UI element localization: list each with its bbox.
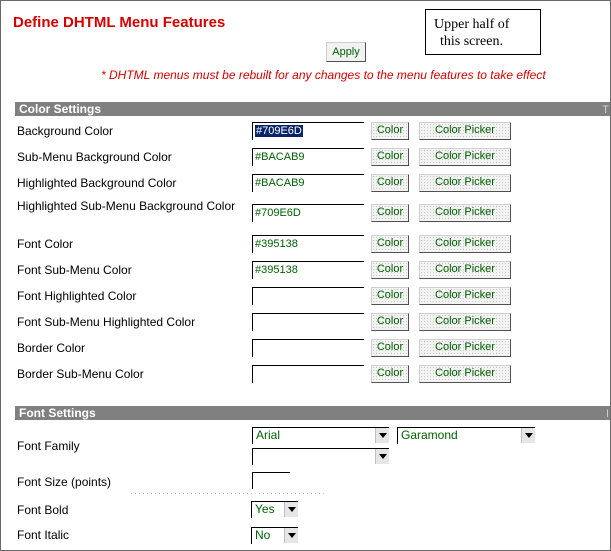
- border-submenu-color-picker-button[interactable]: Color Picker: [419, 365, 511, 383]
- font-settings-edge-glyph: I: [605, 408, 609, 420]
- font-settings-header: Font Settings I: [15, 406, 610, 420]
- input-value: #BACAB9: [255, 151, 305, 163]
- row-label: Border Sub-Menu Color: [17, 367, 144, 381]
- background-color-button[interactable]: Color: [371, 122, 409, 140]
- highlighted-background-color-input[interactable]: #BACAB9: [252, 174, 364, 192]
- font-highlighted-color-picker-button[interactable]: Color Picker: [419, 287, 511, 305]
- submenu-background-color-button[interactable]: Color: [371, 148, 409, 166]
- row-label: Font Sub-Menu Color: [17, 263, 132, 277]
- font-bold-label: Font Bold: [17, 503, 69, 517]
- input-value: #395138: [255, 238, 298, 250]
- highlighted-background-color-button[interactable]: Color: [371, 174, 409, 192]
- annotation-note-line-2: this screen.: [440, 34, 503, 49]
- border-submenu-color-input[interactable]: [252, 365, 364, 383]
- font-family-select-secondary[interactable]: Garamond: [397, 427, 535, 444]
- row-label: Background Color: [17, 124, 114, 138]
- select-value: No: [255, 528, 271, 542]
- row-label: Font Highlighted Color: [17, 289, 137, 303]
- background-color-picker-button[interactable]: Color Picker: [419, 122, 511, 140]
- highlighted-submenu-background-color-button[interactable]: Color: [371, 204, 409, 222]
- chevron-down-icon[interactable]: [375, 449, 389, 464]
- color-settings-header: Color Settings T: [15, 102, 610, 116]
- font-submenu-highlighted-color-picker-button[interactable]: Color Picker: [419, 313, 511, 331]
- font-settings-title: Font Settings: [19, 406, 96, 420]
- font-italic-select[interactable]: No: [251, 527, 298, 544]
- font-family-select-primary[interactable]: Arial: [252, 427, 389, 444]
- font-bold-select[interactable]: Yes: [251, 501, 298, 518]
- chevron-down-icon[interactable]: [375, 428, 389, 443]
- font-color-input[interactable]: #395138: [252, 235, 364, 253]
- border-color-button[interactable]: Color: [371, 339, 409, 357]
- submenu-background-color-picker-button[interactable]: Color Picker: [419, 148, 511, 166]
- chevron-down-icon[interactable]: [284, 528, 298, 543]
- row-label: Font Sub-Menu Highlighted Color: [17, 315, 196, 329]
- font-size-input[interactable]: [252, 472, 290, 489]
- select-value: Arial: [256, 428, 281, 442]
- highlighted-submenu-background-color-picker-button[interactable]: Color Picker: [419, 204, 511, 222]
- font-highlighted-color-input[interactable]: [252, 287, 364, 305]
- font-submenu-color-picker-button[interactable]: Color Picker: [419, 261, 511, 279]
- input-value: #BACAB9: [255, 177, 305, 189]
- color-settings-title: Color Settings: [19, 102, 102, 116]
- input-value: #395138: [255, 264, 298, 276]
- highlighted-background-color-picker-button[interactable]: Color Picker: [419, 174, 511, 192]
- border-color-input[interactable]: [252, 339, 364, 357]
- font-color-picker-button[interactable]: Color Picker: [419, 235, 511, 253]
- submenu-background-color-input[interactable]: #BACAB9: [252, 148, 364, 166]
- apply-button[interactable]: Apply: [326, 42, 366, 62]
- separator-dots: [131, 493, 327, 494]
- input-value: #709E6D: [255, 207, 301, 219]
- font-submenu-color-input[interactable]: #395138: [252, 261, 364, 279]
- highlighted-submenu-background-color-input[interactable]: #709E6D: [252, 204, 364, 222]
- app-frame: Define DHTML Menu Features Upper half of…: [0, 0, 611, 551]
- page-title: Define DHTML Menu Features: [13, 14, 226, 31]
- color-settings-edge-glyph: T: [602, 104, 609, 116]
- font-submenu-color-button[interactable]: Color: [371, 261, 409, 279]
- row-label: Highlighted Background Color: [17, 176, 177, 190]
- input-value: #709E6D: [255, 125, 303, 137]
- row-label: Border Color: [17, 341, 86, 355]
- border-submenu-color-button[interactable]: Color: [371, 365, 409, 383]
- font-submenu-highlighted-color-button[interactable]: Color: [371, 313, 409, 331]
- annotation-note: Upper half of this screen.: [425, 9, 541, 55]
- chevron-down-icon[interactable]: [521, 428, 535, 443]
- font-family-label: Font Family: [17, 439, 80, 453]
- annotation-note-line-1: Upper half of: [434, 17, 510, 32]
- row-label: Highlighted Sub-Menu Background Color: [17, 199, 236, 213]
- select-value: Yes: [255, 502, 275, 516]
- font-color-button[interactable]: Color: [371, 235, 409, 253]
- select-value: Garamond: [401, 428, 458, 442]
- font-family-select-tertiary[interactable]: [252, 448, 389, 465]
- row-label: Sub-Menu Background Color: [17, 150, 172, 164]
- rebuild-warning: * DHTML menus must be rebuilt for any ch…: [101, 68, 546, 82]
- border-color-picker-button[interactable]: Color Picker: [419, 339, 511, 357]
- font-size-label: Font Size (points): [17, 475, 112, 489]
- chevron-down-icon[interactable]: [284, 502, 298, 517]
- font-submenu-highlighted-color-input[interactable]: [252, 313, 364, 331]
- font-highlighted-color-button[interactable]: Color: [371, 287, 409, 305]
- row-label: Font Color: [17, 237, 74, 251]
- background-color-input[interactable]: #709E6D: [252, 122, 364, 140]
- font-italic-label: Font Italic: [17, 528, 70, 542]
